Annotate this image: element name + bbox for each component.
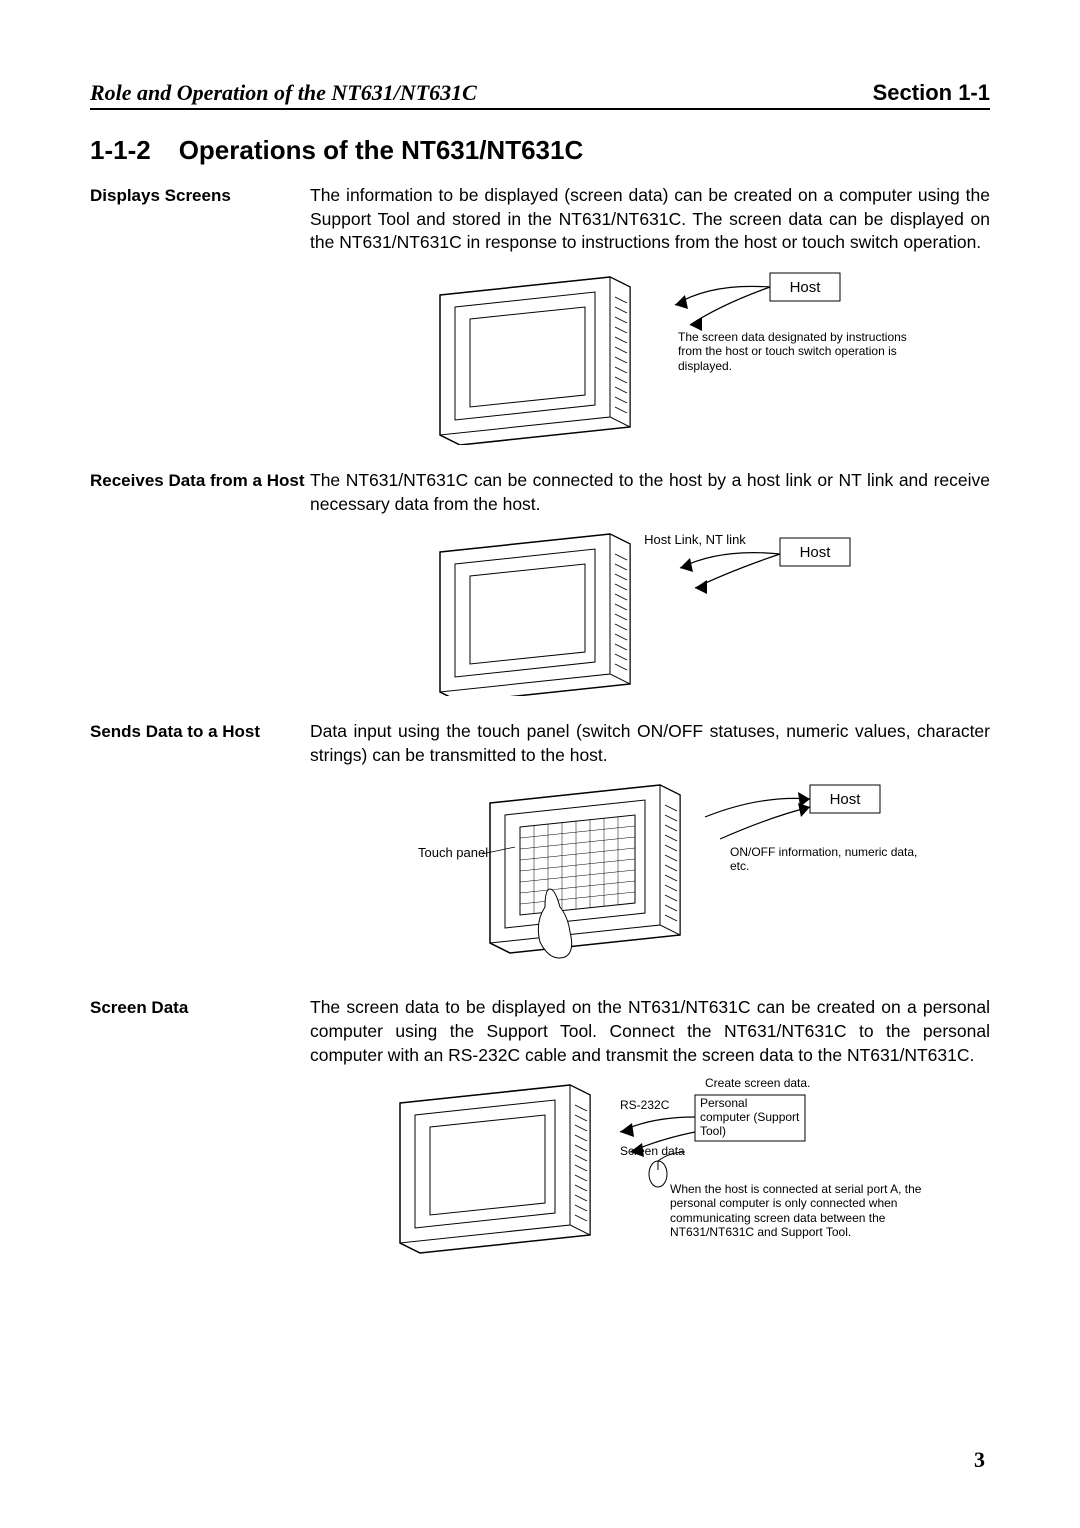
page-header: Role and Operation of the NT631/NT631C S… [90, 80, 990, 110]
entry-body: The screen data to be displayed on the N… [310, 996, 990, 1067]
terminal-icon [440, 534, 630, 696]
figure-note: The screen data designated by instructio… [678, 330, 908, 373]
page-number: 3 [974, 1447, 985, 1473]
pc-label: Personal computer (Support Tool) [700, 1097, 800, 1138]
arrows-icon [680, 553, 780, 594]
header-right: Section 1-1 [873, 80, 990, 106]
entry-label: Screen Data [90, 996, 310, 1018]
section-heading: Operations of the NT631/NT631C [179, 135, 584, 165]
host-label: Host [800, 544, 832, 561]
entry-displays-screens: Displays Screens The information to be d… [90, 184, 990, 255]
entry-body: The NT631/NT631C can be connected to the… [310, 469, 990, 516]
touch-label: Touch panel [418, 845, 488, 860]
entry-sends-data: Sends Data to a Host Data input using th… [90, 720, 990, 767]
port-label: RS-232C [620, 1098, 670, 1112]
entry-label: Sends Data to a Host [90, 720, 310, 742]
entry-receives-data: Receives Data from a Host The NT631/NT63… [90, 469, 990, 516]
entry-label: Displays Screens [90, 184, 310, 206]
arrows-icon [675, 286, 770, 331]
entry-screen-data: Screen Data The screen data to be displa… [90, 996, 990, 1067]
link-label: Host Link, NT link [644, 532, 746, 547]
entry-label: Receives Data from a Host [90, 469, 310, 491]
terminal-icon [400, 1085, 590, 1253]
host-label: Host [790, 279, 822, 296]
entry-body: Data input using the touch panel (switch… [310, 720, 990, 767]
terminal-icon [490, 785, 680, 953]
figure-note: ON/OFF information, numeric data, etc. [730, 845, 930, 874]
entry-body: The information to be displayed (screen … [310, 184, 990, 255]
figure-displays-screens: Host The screen data designated by instr… [90, 265, 990, 445]
figure-sends-data: Touch panel Host ON/OFF information, num… [90, 777, 990, 972]
section-title: 1-1-2 Operations of the NT631/NT631C [90, 135, 990, 166]
figure-note: When the host is connected at serial por… [670, 1182, 940, 1240]
terminal-icon [440, 277, 630, 445]
create-label: Create screen data. [705, 1077, 810, 1090]
header-left: Role and Operation of the NT631/NT631C [90, 80, 477, 106]
host-label: Host [830, 791, 862, 808]
arrows-icon [705, 792, 810, 839]
section-number: 1-1-2 [90, 135, 151, 166]
figure-screen-data: Create screen data. RS-232C Personal com… [90, 1077, 990, 1277]
figure-receives-data: Host Link, NT link Host [90, 526, 990, 696]
data-label: Screen data [620, 1144, 685, 1158]
